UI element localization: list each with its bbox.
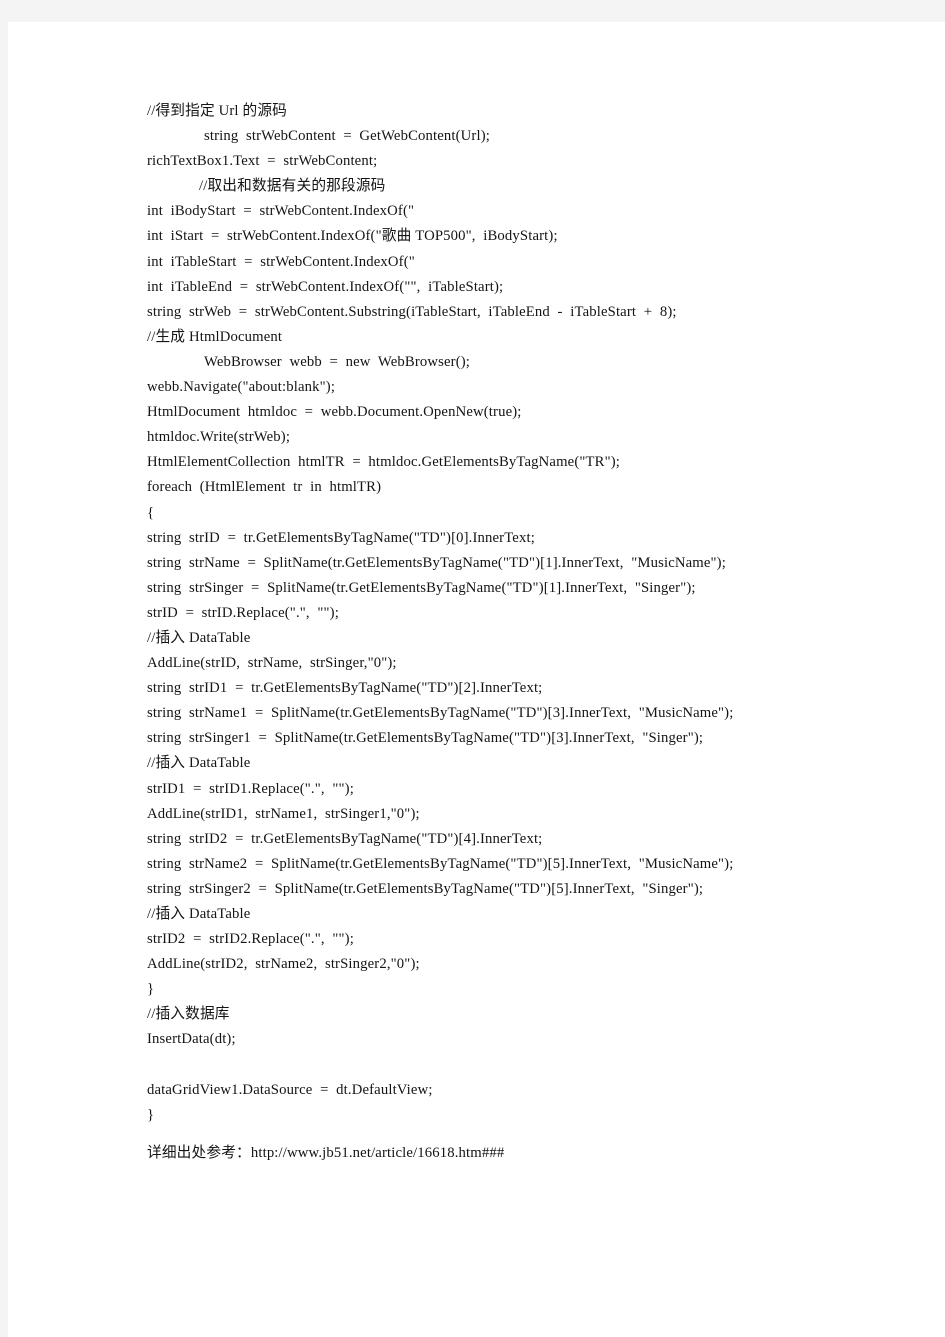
code-line: //得到指定 Url 的源码 — [147, 103, 287, 119]
code-line: HtmlElementCollection htmlTR = htmldoc.G… — [147, 454, 620, 471]
code-listing: //得到指定 Url 的源码 string strWebContent = Get… — [147, 99, 907, 1128]
code-line: strID2 = strID2.Replace(".", ""); — [147, 931, 354, 948]
code-line: strID = strID.Replace(".", ""); — [147, 604, 339, 621]
code-line: string strID1 = tr.GetElementsByTagName(… — [147, 680, 543, 697]
code-line: //插入 DataTable — [147, 906, 251, 922]
code-line: HtmlDocument htmldoc = webb.Document.Ope… — [147, 404, 522, 421]
code-line: //插入 DataTable — [147, 755, 251, 772]
code-line: int iStart = strWebContent.IndexOf("歌曲 T… — [147, 228, 558, 245]
code-line: } — [147, 981, 155, 998]
code-line: string strWeb = strWebContent.Substring(… — [147, 303, 677, 320]
code-line: htmldoc.Write(strWeb); — [147, 429, 291, 446]
code-line: string strID = tr.GetElementsByTagName("… — [147, 529, 535, 546]
code-line: int iTableStart = strWebContent.IndexOf(… — [147, 253, 415, 270]
code-line: int iTableEnd = strWebContent.IndexOf(""… — [147, 278, 504, 295]
code-line: AddLine(strID1, strName1, strSinger1,"0"… — [147, 805, 420, 822]
code-line: foreach (HtmlElement tr in htmlTR) — [147, 479, 382, 496]
code-line: int iBodyStart = strWebContent.IndexOf(" — [147, 203, 415, 220]
code-line: string strName = SplitName(tr.GetElement… — [147, 554, 726, 571]
code-line: WebBrowser webb = new WebBrowser(); — [204, 353, 471, 370]
code-line: string strID2 = tr.GetElementsByTagName(… — [147, 830, 543, 847]
code-line: webb.Navigate("about:blank"); — [147, 379, 336, 396]
code-line: string strName2 = SplitName(tr.GetElemen… — [147, 855, 734, 872]
document-page: //得到指定 Url 的源码 string strWebContent = Get… — [8, 22, 945, 1337]
source-reference-note: 详细出处参考：http://www.jb51.net/article/16618… — [147, 1145, 505, 1161]
code-line: { — [147, 504, 155, 521]
code-line: string strWebContent = GetWebContent(Url… — [204, 128, 490, 145]
code-line: //生成 HtmlDocument — [147, 328, 283, 345]
code-line: AddLine(strID, strName, strSinger,"0"); — [147, 655, 397, 672]
code-line: //插入数据库 — [147, 1006, 230, 1023]
code-line: string strSinger = SplitName(tr.GetEleme… — [147, 579, 696, 596]
code-line: } — [147, 1106, 155, 1123]
code-line: strID1 = strID1.Replace(".", ""); — [147, 780, 354, 797]
code-line: string strSinger2 = SplitName(tr.GetElem… — [147, 880, 704, 897]
code-line: InsertData(dt); — [147, 1031, 236, 1048]
code-line: richTextBox1.Text = strWebContent; — [147, 153, 378, 170]
code-line: AddLine(strID2, strName2, strSinger2,"0"… — [147, 956, 420, 973]
code-line: //取出和数据有关的那段源码 — [199, 178, 386, 195]
code-line: //插入 DataTable — [147, 629, 251, 646]
code-line: string strName1 = SplitName(tr.GetElemen… — [147, 705, 734, 722]
code-line: dataGridView1.DataSource = dt.DefaultVie… — [147, 1081, 433, 1098]
code-line: string strSinger1 = SplitName(tr.GetElem… — [147, 730, 704, 747]
